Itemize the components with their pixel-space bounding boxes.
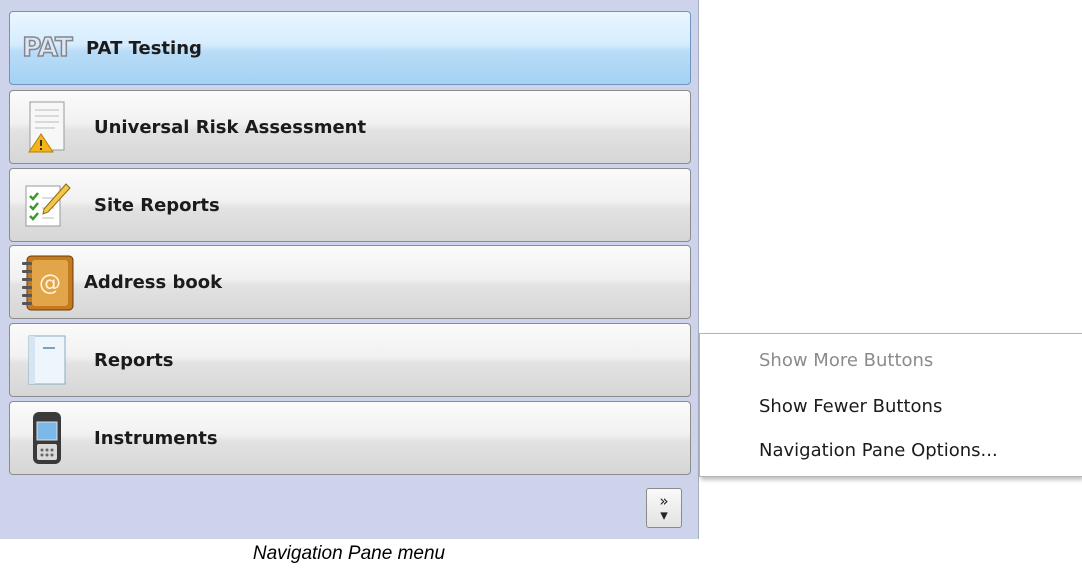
nav-button-label: Universal Risk Assessment (94, 116, 367, 138)
nav-button-address-book[interactable]: @ Address book (9, 245, 691, 319)
nav-button-reports[interactable]: Reports (9, 323, 691, 397)
nav-button-site-reports[interactable]: Site Reports (9, 168, 691, 242)
navigation-pane-context-menu: Show More Buttons Show Fewer Buttons Nav… (699, 333, 1082, 477)
dropdown-arrow-icon: ▾ (660, 506, 668, 524)
nav-button-universal-risk-assessment[interactable]: Universal Risk Assessment (9, 90, 691, 164)
menu-item-show-more-buttons[interactable]: Show More Buttons (759, 350, 933, 371)
pat-logo-icon: PAT (21, 32, 73, 64)
menu-item-navigation-pane-options[interactable]: Navigation Pane Options... (759, 440, 998, 461)
instruments-icon (12, 407, 82, 469)
risk-assessment-icon (12, 96, 82, 158)
nav-button-label: PAT Testing (86, 37, 202, 59)
nav-button-label: Site Reports (94, 194, 220, 216)
address-book-icon: @ (12, 251, 82, 313)
menu-item-show-fewer-buttons[interactable]: Show Fewer Buttons (759, 396, 942, 417)
nav-button-label: Instruments (94, 427, 218, 449)
nav-button-label: Address book (84, 271, 223, 293)
reports-icon (12, 329, 82, 391)
nav-button-pat-testing[interactable]: PAT PAT Testing (9, 11, 691, 85)
site-reports-icon (12, 174, 82, 236)
svg-text:@: @ (39, 271, 61, 296)
configure-buttons-chevron[interactable]: » ▾ (646, 488, 682, 528)
nav-button-label: Reports (94, 349, 174, 371)
navigation-pane: PAT PAT Testing Universal Risk Assessmen… (0, 0, 699, 539)
figure-caption: Navigation Pane menu (252, 543, 446, 564)
nav-button-instruments[interactable]: Instruments (9, 401, 691, 475)
